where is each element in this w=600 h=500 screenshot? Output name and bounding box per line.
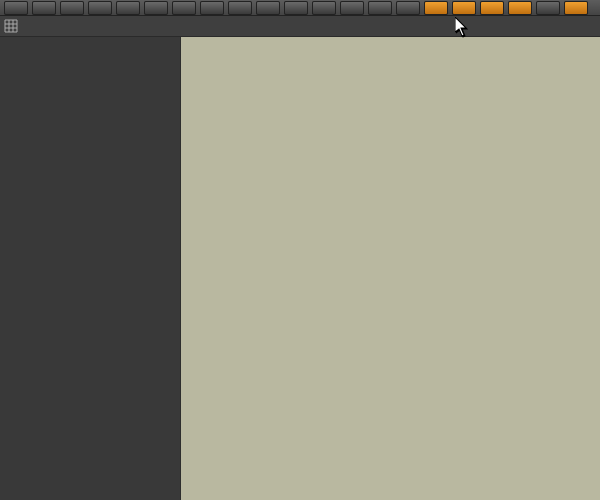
toolbar-button[interactable]	[480, 1, 504, 15]
toolbar-button[interactable]	[536, 1, 560, 15]
toolbar-button[interactable]	[312, 1, 336, 15]
side-panel	[0, 37, 181, 500]
toolbar-button[interactable]	[452, 1, 476, 15]
toolbar-button[interactable]	[340, 1, 364, 15]
toolbar-button[interactable]	[564, 1, 588, 15]
toolbar-button[interactable]	[200, 1, 224, 15]
menu-bar	[0, 16, 600, 37]
uv-viewport[interactable]	[181, 37, 600, 500]
toolbar-button[interactable]	[32, 1, 56, 15]
uv-mesh	[181, 37, 600, 500]
toolbar-button[interactable]	[4, 1, 28, 15]
toolbar-button[interactable]	[116, 1, 140, 15]
toolbar-button[interactable]	[396, 1, 420, 15]
toolbar-button[interactable]	[172, 1, 196, 15]
toolbar-button[interactable]	[88, 1, 112, 15]
toolbar-button[interactable]	[368, 1, 392, 15]
toolbar-button[interactable]	[508, 1, 532, 15]
top-toolbar	[0, 0, 600, 16]
app-window	[0, 0, 600, 500]
toolbar-button[interactable]	[424, 1, 448, 15]
toolbar-button[interactable]	[144, 1, 168, 15]
toolbar-button[interactable]	[228, 1, 252, 15]
toolbar-button[interactable]	[256, 1, 280, 15]
grid-icon	[4, 19, 18, 33]
workspace	[0, 37, 600, 500]
toolbar-button[interactable]	[60, 1, 84, 15]
toolbar-button[interactable]	[284, 1, 308, 15]
